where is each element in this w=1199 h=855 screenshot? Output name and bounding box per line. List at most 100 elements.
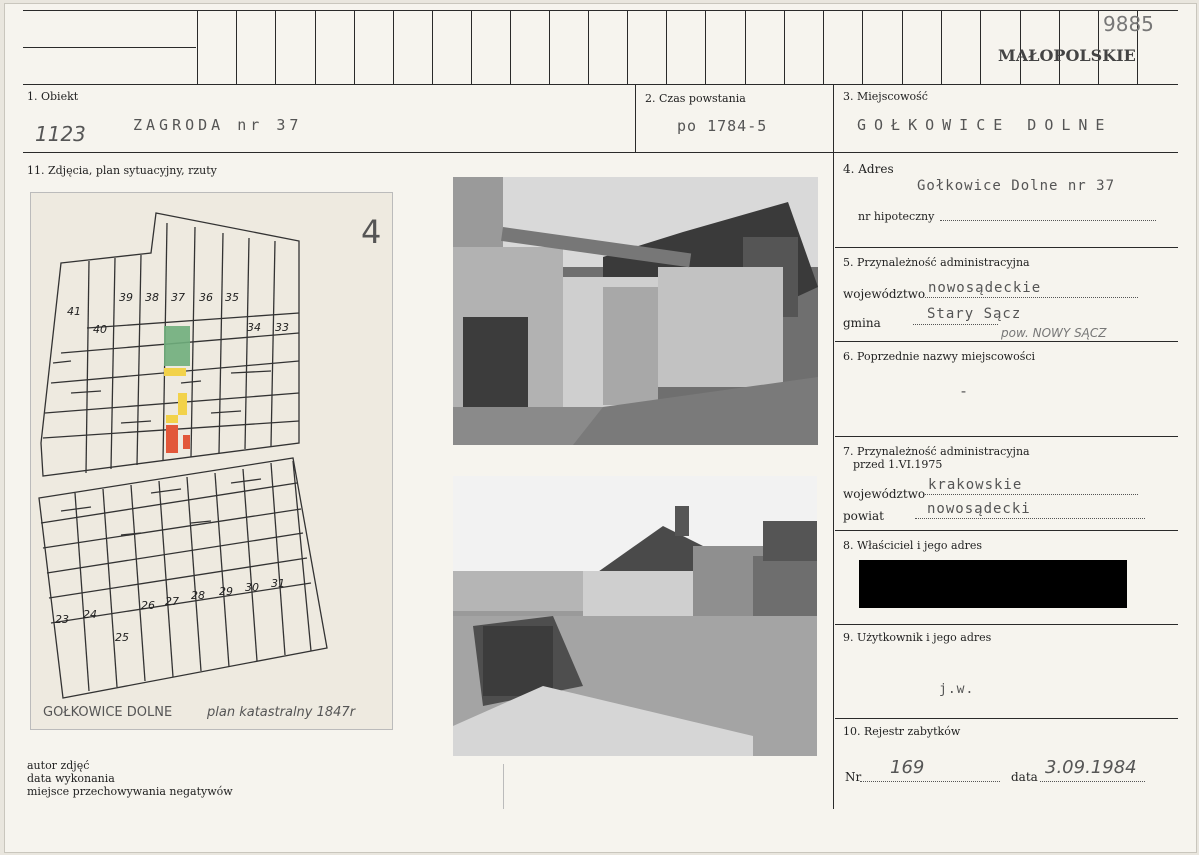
header-cell-divider xyxy=(236,10,237,84)
header-cell-divider xyxy=(705,10,706,84)
header-cell-divider xyxy=(862,10,863,84)
record-card: 9885 MAŁOPOLSKIE 1. Obiekt 1123 ZAGRODA … xyxy=(4,3,1197,853)
wlasciciel-label: 8. Właściciel i jego adres xyxy=(843,539,983,552)
region-title: MAŁOPOLSKIE xyxy=(998,46,1136,65)
header-short-line xyxy=(23,47,196,48)
plan-place: GOŁKOWICE DOLNE xyxy=(43,705,173,720)
parcel-number: 34 xyxy=(247,321,261,334)
photo-farmstead-yard xyxy=(453,476,817,756)
parcel-number: 36 xyxy=(199,291,213,304)
parcel-number: 23 xyxy=(55,613,69,626)
footer-data: data wykonania xyxy=(27,772,115,785)
czas-label: 2. Czas powstania xyxy=(645,92,746,105)
parcel-number: 27 xyxy=(165,595,179,608)
czas-value: po 1784-5 xyxy=(677,117,768,135)
powiat-line xyxy=(915,518,1145,519)
header-cell-divider xyxy=(745,10,746,84)
adres-label: 4. Adres xyxy=(843,162,894,176)
header-cell-divider xyxy=(588,10,589,84)
photo-farmstead-gate xyxy=(453,177,818,445)
inventory-number: 1123 xyxy=(35,122,86,146)
woj-value: nowosądeckie xyxy=(928,280,1042,296)
rejestr-nr-label: Nr xyxy=(845,770,862,784)
row-line xyxy=(835,718,1178,719)
parcel-number: 25 xyxy=(115,631,129,644)
highlight-yellow xyxy=(178,393,187,415)
header-cell-divider xyxy=(784,10,785,84)
miejscowosc-label: 3. Miejscowość xyxy=(843,90,928,103)
woj1975-line xyxy=(925,494,1138,495)
parcel-number: 41 xyxy=(67,305,81,318)
obiekt-value: ZAGRODA nr 37 xyxy=(133,116,303,134)
rejestr-data-line xyxy=(1040,781,1145,782)
gmina-value: Stary Sącz xyxy=(927,306,1022,322)
rejestr-data-value: 3.09.1984 xyxy=(1045,757,1137,778)
row-line xyxy=(835,436,1178,437)
parcel-number: 24 xyxy=(83,608,97,621)
gmina-label: gmina xyxy=(843,316,881,330)
parcel-number: 40 xyxy=(93,323,107,336)
parcel-number: 31 xyxy=(271,577,285,590)
row-line xyxy=(835,624,1178,625)
hipoteczny-label: nr hipoteczny xyxy=(858,210,935,223)
header-cell-divider xyxy=(393,10,394,84)
header-cell-divider xyxy=(627,10,628,84)
footer-autor: autor zdjęć xyxy=(27,759,90,772)
plan-drawing: 41 40 39 38 37 36 35 34 33 23 24 25 26 27 28 29 30 31 xyxy=(38,212,328,699)
powiat-value: nowosądecki xyxy=(927,501,1031,517)
header-cell-divider xyxy=(510,10,511,84)
rejestr-nr-line xyxy=(860,781,1000,782)
parcel-number: 28 xyxy=(191,589,205,602)
powiat-label: powiat xyxy=(843,509,884,523)
row-line xyxy=(835,341,1178,342)
redaction-bar xyxy=(859,560,1127,608)
cadastral-plan: 41 40 39 38 37 36 35 34 33 23 24 25 26 27 28 29 30 31 4 G… xyxy=(30,192,393,730)
hipoteczny-line xyxy=(940,220,1156,221)
poprzednie-value: - xyxy=(959,382,970,400)
header-cell-divider xyxy=(197,10,198,84)
highlight-red xyxy=(183,435,190,449)
header-cell-divider xyxy=(941,10,942,84)
divider xyxy=(833,84,834,809)
header-cell-divider xyxy=(315,10,316,84)
header-cell-divider xyxy=(823,10,824,84)
parcel-number: 26 xyxy=(141,599,155,612)
row-line xyxy=(835,247,1178,248)
header-cell-divider xyxy=(354,10,355,84)
parcel-number: 35 xyxy=(225,291,239,304)
highlight-yellow xyxy=(166,415,178,423)
faint-divider xyxy=(503,764,504,809)
parcel-number: 30 xyxy=(245,581,259,594)
uzytkownik-label: 9. Użytkownik i jego adres xyxy=(843,631,992,644)
archive-number: 9885 xyxy=(1103,12,1154,36)
header-cell-divider xyxy=(549,10,550,84)
przynaleznosc-label: 5. Przynależność administracyjna xyxy=(843,256,1030,269)
parcel-number: 38 xyxy=(145,291,159,304)
gmina-line xyxy=(913,324,998,325)
header-cell-divider xyxy=(275,10,276,84)
uzytkownik-value: j.w. xyxy=(939,682,975,697)
poprzednie-label: 6. Poprzednie nazwy miejscowości xyxy=(843,350,1036,363)
obiekt-label: 1. Obiekt xyxy=(27,90,79,103)
sheet-number: 4 xyxy=(361,213,382,251)
woj-line xyxy=(925,297,1138,298)
header-cell-divider xyxy=(471,10,472,84)
header-cell-divider xyxy=(666,10,667,84)
header-cell-divider xyxy=(902,10,903,84)
header-bottom-line xyxy=(23,84,1178,85)
highlight-yellow xyxy=(164,368,186,376)
miejscowosc-value: GOŁKOWICE DOLNE xyxy=(857,116,1113,134)
przed1975-date: przed 1.VI.1975 xyxy=(853,458,943,471)
divider xyxy=(635,84,636,152)
woj-label: województwo xyxy=(843,287,926,301)
parcel-number: 39 xyxy=(119,291,133,304)
parcel-number: 29 xyxy=(219,585,233,598)
rejestr-label: 10. Rejestr zabytków xyxy=(843,725,961,738)
parcel-number: 37 xyxy=(171,291,185,304)
plan-caption: plan katastralny 1847r xyxy=(207,705,356,720)
row-line xyxy=(835,530,1178,531)
rejestr-nr-value: 169 xyxy=(890,757,925,778)
photos-label: 11. Zdjęcia, plan sytuacyjny, rzuty xyxy=(27,164,217,177)
przed1975-label: 7. Przynależność administracyjna xyxy=(843,445,1030,458)
woj1975-label: województwo xyxy=(843,487,926,501)
